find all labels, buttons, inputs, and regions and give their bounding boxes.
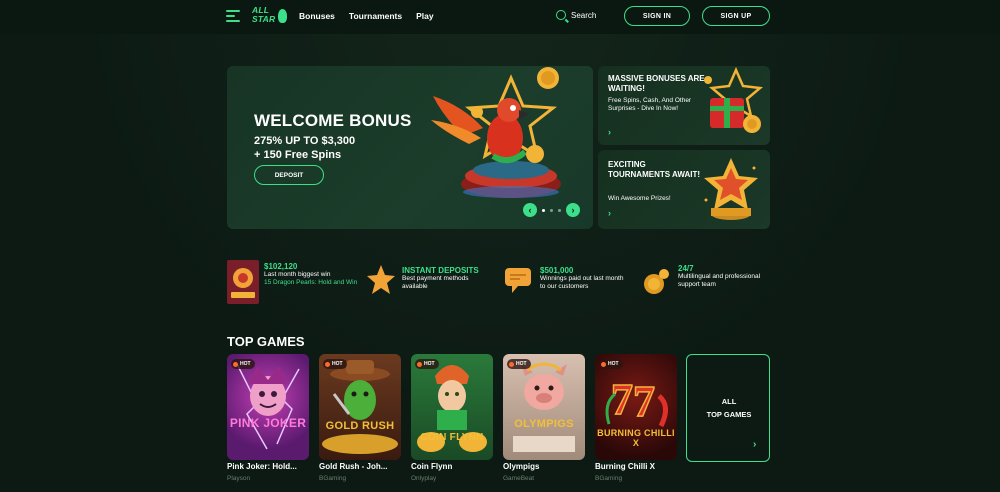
top-games-title: TOP GAMES — [227, 334, 305, 349]
coins-icon — [644, 269, 669, 294]
biggest-win-amount: $102,120 — [264, 262, 298, 271]
game-card-burning-chilli-x[interactable]: 7 7 HOT BURNING CHILLI X — [595, 354, 677, 460]
game-logo-text: OLYMPIGS — [514, 418, 574, 430]
game-provider: BGaming — [595, 475, 623, 482]
all-games-label: ALL TOP GAMES — [687, 395, 771, 421]
game-provider: Onlyplay — [411, 475, 437, 482]
paid-out-amount: $501,000 — [540, 266, 574, 275]
game-logo-text: BURNING CHILLI X — [597, 428, 675, 448]
chevron-right-icon[interactable]: › — [608, 127, 611, 137]
site-logo[interactable]: ALL STAR — [252, 5, 288, 29]
all-top-games-button[interactable]: ALL TOP GAMES › — [686, 354, 770, 462]
pink-joker-artwork — [236, 363, 300, 450]
game-card-gold-rush[interactable]: HOT GOLD RUSH — [319, 354, 401, 460]
hot-label: HOT — [516, 361, 527, 367]
svg-text:7: 7 — [611, 375, 633, 424]
game-card-coin-flynn[interactable]: HOT COIN FLYNN — [411, 354, 493, 460]
dragon-pearls-thumbnail[interactable] — [227, 260, 259, 304]
carousel-dot[interactable] — [558, 208, 561, 212]
olympigs-artwork — [513, 362, 575, 452]
game-provider: Playson — [227, 475, 251, 482]
deposits-text: Best payment methods available — [402, 275, 469, 290]
hot-flame-icon — [325, 361, 330, 367]
deposits-title: INSTANT DEPOSITS — [402, 266, 479, 275]
nav-bonuses[interactable]: Bonuses — [299, 11, 335, 21]
hot-label: HOT — [240, 361, 251, 367]
carousel-dot[interactable] — [550, 208, 553, 212]
hot-badge: HOT — [323, 359, 347, 369]
search-label: Search — [571, 10, 597, 20]
game-name[interactable]: Pink Joker: Hold... — [227, 462, 313, 471]
game-provider: GameBeat — [503, 475, 535, 482]
gold-rush-artwork — [322, 360, 398, 454]
hot-flame-icon — [509, 361, 514, 367]
promo-title: EXCITING TOURNAMENTS AWAIT! — [608, 160, 700, 179]
hot-badge: HOT — [507, 359, 531, 369]
trophy-icon — [704, 158, 758, 220]
hot-badge: HOT — [599, 359, 623, 369]
speech-bubble-icon — [505, 268, 531, 293]
game-name[interactable]: Olympigs — [503, 462, 589, 471]
game-name[interactable]: Gold Rush - Joh... — [319, 462, 405, 471]
carousel-controls: ‹ › — [523, 203, 580, 217]
promo-description: Free Spins, Cash, And Other Surprises - … — [608, 97, 692, 112]
hot-flame-icon — [601, 361, 606, 367]
sign-up-button[interactable]: SIGN UP — [702, 6, 770, 26]
deposit-button[interactable]: DEPOSIT — [254, 165, 324, 185]
game-card-pink-joker[interactable]: HOT PINK JOKER — [227, 354, 309, 460]
star-icon — [367, 265, 395, 294]
search-icon — [556, 10, 566, 20]
chevron-right-icon[interactable]: › — [753, 439, 756, 450]
parrot-logo-icon — [278, 9, 287, 23]
chevron-right-icon[interactable]: › — [608, 208, 611, 218]
hot-label: HOT — [608, 361, 619, 367]
svg-text:7: 7 — [633, 377, 655, 426]
promo-card-bonuses[interactable]: MASSIVE BONUSES ARE WAITING! Free Spins,… — [598, 66, 770, 145]
top-header: ALL STAR Bonuses Tournaments Play Search… — [0, 0, 1000, 34]
promo-card-tournaments[interactable]: EXCITING TOURNAMENTS AWAIT! Win Awesome … — [598, 150, 770, 229]
game-provider: BGaming — [319, 475, 347, 482]
all-games-line1: ALL — [721, 397, 737, 406]
hot-label: HOT — [424, 361, 435, 367]
chevron-right-icon[interactable]: › — [566, 203, 580, 217]
game-card-olympigs[interactable]: HOT OLYMPIGS — [503, 354, 585, 460]
hero-title: WELCOME BONUS — [254, 111, 412, 130]
sign-in-button[interactable]: SIGN IN — [624, 6, 690, 26]
hot-badge: HOT — [415, 359, 439, 369]
nav-play[interactable]: Play — [416, 11, 434, 21]
hot-badge: HOT — [231, 359, 255, 369]
biggest-win-label: Last month biggest win — [264, 271, 331, 278]
gift-icon — [704, 66, 764, 133]
welcome-bonus-banner[interactable]: WELCOME BONUS 275% UP TO $3,300 + 150 Fr… — [227, 66, 593, 229]
nav-tournaments[interactable]: Tournaments — [349, 11, 402, 21]
coin-flynn-artwork — [417, 365, 487, 452]
game-name[interactable]: Coin Flynn — [411, 462, 497, 471]
hot-flame-icon — [233, 361, 238, 367]
hot-label: HOT — [332, 361, 343, 367]
promo-description: Win Awesome Prizes! — [608, 195, 671, 202]
chevron-left-icon[interactable]: ‹ — [523, 203, 537, 217]
search-button[interactable]: Search — [556, 10, 596, 20]
hot-flame-icon — [417, 361, 422, 367]
carousel-dot[interactable] — [542, 208, 545, 212]
hero-offer-line1: 275% UP TO $3,300 — [254, 135, 356, 147]
all-games-line2: TOP GAMES — [706, 410, 752, 419]
support-text: Multilingual and professional support te… — [678, 273, 761, 288]
paid-out-text: Winnings paid out last month to our cust… — [540, 275, 624, 290]
game-logo-text: PINK JOKER — [229, 416, 307, 430]
game-name[interactable]: Burning Chilli X — [595, 462, 681, 471]
support-title: 24/7 — [678, 264, 694, 273]
promo-title: MASSIVE BONUSES ARE WAITING! — [608, 74, 705, 93]
menu-icon[interactable] — [226, 10, 240, 24]
game-logo-text: GOLD RUSH — [325, 420, 395, 432]
game-logo-text: COIN FLYNN — [420, 432, 484, 443]
biggest-win-game[interactable]: 15 Dragon Pearls: Hold and Win — [264, 279, 359, 287]
hero-offer-line2: + 150 Free Spins — [254, 149, 342, 161]
main-nav: Bonuses Tournaments Play — [299, 11, 434, 21]
